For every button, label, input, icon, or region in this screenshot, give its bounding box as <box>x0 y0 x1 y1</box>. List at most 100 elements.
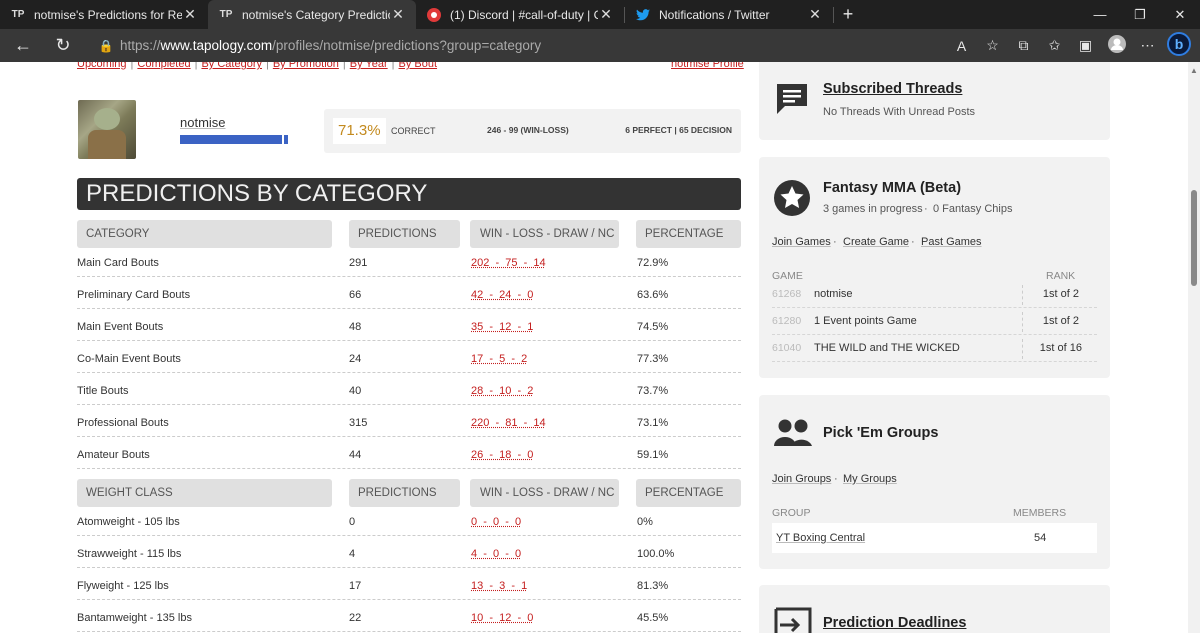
browser-tab[interactable]: (1) Discord | #call-of-duty | CDL✕ <box>416 0 624 29</box>
profile-link[interactable]: notmise Profile <box>671 62 744 70</box>
row-divider <box>77 308 741 309</box>
column-header-percentage: PERCENTAGE <box>636 479 741 507</box>
row-category-name: Strawweight - 115 lbs <box>77 548 182 560</box>
perfect-decision-summary: 6 PERFECT | 65 DECISION <box>625 125 732 135</box>
username-link[interactable]: notmise <box>180 115 226 130</box>
new-tab-button[interactable]: + <box>834 4 862 25</box>
column-header-record: WIN - LOSS - DRAW / NC <box>470 220 619 248</box>
favorites-icon[interactable]: ✩ <box>1039 37 1070 54</box>
join-games-link[interactable]: Join Games <box>772 236 831 248</box>
refresh-button[interactable]: ↻ <box>46 31 80 61</box>
url-path: /profiles/notmise/predictions?group=cate… <box>272 38 542 53</box>
row-record-link[interactable]: 35 - 12 - 1 <box>471 321 533 333</box>
subnav-by-category[interactable]: By Category <box>201 62 262 70</box>
restore-button[interactable]: ❐ <box>1120 0 1160 29</box>
scrollbar-thumb[interactable] <box>1191 190 1197 286</box>
game-column-header: GAME <box>772 270 803 282</box>
row-record-link[interactable]: 13 - 3 - 1 <box>471 580 527 592</box>
favorite-star-icon[interactable]: ☆ <box>977 37 1008 54</box>
row-divider <box>77 276 741 277</box>
back-button[interactable]: ← <box>6 31 40 61</box>
accuracy-progress-bar <box>180 135 288 144</box>
row-record-link[interactable]: 28 - 10 - 2 <box>471 385 533 397</box>
bullet-separator: · <box>924 203 928 215</box>
profile-avatar-icon[interactable] <box>1101 35 1132 56</box>
tab-title: notmise's Category Predictions | <box>242 7 390 22</box>
row-record-link[interactable]: 10 - 12 - 0 <box>471 612 533 624</box>
row-divider <box>77 535 741 536</box>
row-record-link[interactable]: 26 - 18 - 0 <box>471 449 533 461</box>
bing-icon[interactable]: b <box>1163 32 1194 59</box>
bullet-separator: · <box>833 236 837 248</box>
row-category-name: Flyweight - 125 lbs <box>77 580 169 592</box>
browser-tab[interactable]: Notifications / Twitter ✕ <box>625 0 833 29</box>
window-close-button[interactable]: ✕ <box>1160 0 1200 29</box>
prediction-deadlines-title[interactable]: Prediction Deadlines <box>823 615 966 631</box>
fantasy-game-row[interactable]: 61280 1 Event points Game 1st of 2 <box>772 309 1097 335</box>
past-games-link[interactable]: Past Games <box>921 236 982 248</box>
game-id: 61040 <box>772 342 802 354</box>
read-aloud-icon[interactable]: A <box>946 38 977 54</box>
win-loss-summary: 246 - 99 (WIN-LOSS) <box>487 125 569 135</box>
more-menu-icon[interactable]: ⋯ <box>1132 37 1163 54</box>
bullet-separator: · <box>911 236 915 248</box>
page-scrollbar[interactable]: ▲ <box>1188 62 1200 633</box>
row-percentage: 63.6% <box>637 289 669 301</box>
subnav-upcoming[interactable]: Upcoming <box>77 62 127 70</box>
bullet-separator: · <box>834 473 838 485</box>
row-predictions: 44 <box>349 449 362 461</box>
row-predictions: 17 <box>349 580 362 592</box>
collections-icon[interactable]: ▣ <box>1070 37 1101 54</box>
row-record-link[interactable]: 17 - 5 - 2 <box>471 353 527 365</box>
avatar[interactable] <box>78 100 136 159</box>
browser-tab[interactable]: TP notmise's Predictions for Regress✕ <box>0 0 208 29</box>
subnav-by-bout[interactable]: By Bout <box>399 62 438 70</box>
window-controls: — ❐ ✕ <box>1080 0 1200 29</box>
row-divider <box>77 404 741 405</box>
row-predictions: 22 <box>349 612 362 624</box>
fantasy-title: Fantasy MMA (Beta) <box>823 180 962 196</box>
column-header-predictions: PREDICTIONS <box>349 220 460 248</box>
url-host: www.tapology.com <box>160 38 273 53</box>
subnav-by-year[interactable]: By Year <box>350 62 388 70</box>
row-record-link[interactable]: 220 - 81 - 14 <box>471 417 546 429</box>
close-icon[interactable]: ✕ <box>807 6 823 23</box>
url-field[interactable]: 🔒 https://www.tapology.com/profiles/notm… <box>92 32 952 59</box>
subnav-by-promotion[interactable]: By Promotion <box>273 62 339 70</box>
tab-title: Notifications / Twitter <box>659 7 770 22</box>
close-icon[interactable]: ✕ <box>182 6 198 23</box>
create-game-link[interactable]: Create Game <box>843 236 909 248</box>
subscribed-threads-status: No Threads With Unread Posts <box>823 106 976 118</box>
my-groups-link[interactable]: My Groups <box>843 473 897 485</box>
game-name: 1 Event points Game <box>814 315 917 327</box>
close-icon[interactable]: ✕ <box>390 6 406 23</box>
minimize-button[interactable]: — <box>1080 0 1120 29</box>
subnav-completed[interactable]: Completed <box>137 62 190 70</box>
group-name-link[interactable]: YT Boxing Central <box>776 532 865 544</box>
row-divider <box>77 436 741 437</box>
join-groups-link[interactable]: Join Groups <box>772 473 831 485</box>
row-record-link[interactable]: 42 - 24 - 0 <box>471 289 533 301</box>
browser-tab-active[interactable]: TP notmise's Category Predictions |✕ <box>208 0 416 29</box>
group-column-header: GROUP <box>772 507 811 519</box>
subscribed-threads-title[interactable]: Subscribed Threads <box>823 81 962 97</box>
row-category-name: Preliminary Card Bouts <box>77 289 191 301</box>
fantasy-game-row[interactable]: 61268 notmise 1st of 2 <box>772 282 1097 308</box>
row-divider <box>77 372 741 373</box>
column-header-record: WIN - LOSS - DRAW / NC <box>470 479 619 507</box>
row-percentage: 100.0% <box>637 548 675 560</box>
column-header-percentage: PERCENTAGE <box>636 220 741 248</box>
row-record-link[interactable]: 0 - 0 - 0 <box>471 516 521 528</box>
row-record-link[interactable]: 4 - 0 - 0 <box>471 548 521 560</box>
row-percentage: 74.5% <box>637 321 669 333</box>
extensions-icon[interactable]: ⧉ <box>1008 37 1039 54</box>
chat-bubble-icon <box>777 84 807 114</box>
page-title: PREDICTIONS BY CATEGORY <box>77 178 741 210</box>
close-icon[interactable]: ✕ <box>598 6 614 23</box>
column-header-weight-class: WEIGHT CLASS <box>77 479 332 507</box>
pickem-group-row[interactable]: YT Boxing Central 54 <box>772 523 1097 553</box>
game-name: notmise <box>814 288 853 300</box>
row-record-link[interactable]: 202 - 75 - 14 <box>471 257 546 269</box>
scroll-up-icon[interactable]: ▲ <box>1190 66 1198 75</box>
fantasy-game-row[interactable]: 61040 THE WILD and THE WICKED 1st of 16 <box>772 336 1097 362</box>
